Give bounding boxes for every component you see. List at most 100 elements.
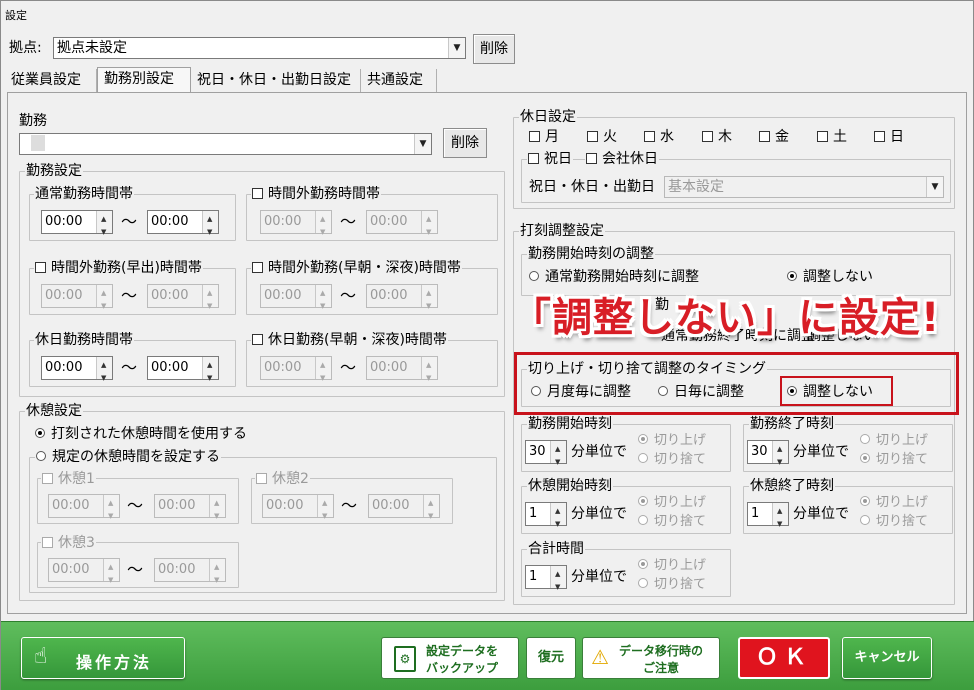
spin-arrows-icon[interactable] [202,208,218,243]
break-start-spinner[interactable]: 1 [525,500,567,535]
work-end-up-radio[interactable]: 切り上げ [860,432,928,450]
chevron-down-icon[interactable]: ▼ [414,134,431,154]
spin-arrows-icon[interactable] [202,282,218,317]
total-down-radio[interactable]: 切り捨て [638,576,706,594]
break-end-spinner[interactable]: 1 [747,500,789,535]
checkbox-icon[interactable] [35,262,46,273]
holiday-to-spinner[interactable]: 00:00 [147,354,219,389]
company-holiday-checkbox[interactable]: 会社休日 [585,151,659,167]
overtime-to-spinner[interactable]: 00:00 [366,208,438,243]
break2-to-spinner[interactable]: 00:00 [368,492,440,527]
night-from-spinner[interactable]: 00:00 [260,282,332,317]
radio-icon[interactable] [638,559,648,569]
radio-icon[interactable] [36,451,46,461]
radio-icon[interactable] [638,453,648,463]
start-adjust-normal-radio[interactable]: 通常勤務開始時刻に調整 [529,268,699,286]
checkbox-icon[interactable] [252,262,263,273]
spin-arrows-icon[interactable] [315,208,331,243]
work-start-up-radio[interactable]: 切り上げ [638,432,706,450]
radio-icon[interactable] [860,453,870,463]
tab-employee[interactable]: 従業員設定 [5,69,97,93]
day-thu[interactable]: 木 [702,128,732,146]
use-rule-radio[interactable]: 規定の休憩時間を設定する [35,449,221,465]
spin-arrows-icon[interactable] [315,282,331,317]
checkbox-icon[interactable] [252,188,263,199]
spin-arrows-icon[interactable] [103,556,119,591]
spin-arrows-icon[interactable] [209,492,225,527]
spin-arrows-icon[interactable] [317,492,333,527]
radio-icon[interactable] [529,271,539,281]
break1-to-spinner[interactable]: 00:00 [154,492,226,527]
checkbox-icon[interactable] [42,537,53,548]
spin-arrows-icon[interactable] [421,208,437,243]
overtime-from-spinner[interactable]: 00:00 [260,208,332,243]
radio-icon[interactable] [787,271,797,281]
work-start-down-radio[interactable]: 切り捨て [638,451,706,469]
early-from-spinner[interactable]: 00:00 [41,282,113,317]
total-spinner[interactable]: 1 [525,563,567,598]
spin-arrows-icon[interactable] [315,354,331,389]
break-end-up-radio[interactable]: 切り上げ [860,494,928,512]
tab-work[interactable]: 勤務別設定 [97,67,191,93]
checkbox-icon[interactable] [644,131,655,142]
spin-arrows-icon[interactable] [550,438,566,473]
work-delete-button[interactable]: 削除 [443,128,487,158]
break-start-up-radio[interactable]: 切り上げ [638,494,706,512]
tab-holiday[interactable]: 祝日・休日・出勤日設定 [191,69,361,93]
break3-label[interactable]: 休憩3 [41,534,96,552]
base-delete-button[interactable]: 削除 [473,34,515,64]
holiday-night-from-spinner[interactable]: 00:00 [260,354,332,389]
night-to-spinner[interactable]: 00:00 [366,282,438,317]
checkbox-icon[interactable] [528,153,539,164]
spin-arrows-icon[interactable] [202,354,218,389]
checkbox-icon[interactable] [587,131,598,142]
radio-icon[interactable] [860,496,870,506]
work-start-spinner[interactable]: 30 [525,438,567,473]
break2-label[interactable]: 休憩2 [255,470,310,488]
day-sun[interactable]: 日 [874,128,904,146]
break2-from-spinner[interactable]: 00:00 [262,492,334,527]
cancel-button[interactable]: キャンセル [842,637,932,679]
day-fri[interactable]: 金 [759,128,789,146]
holiday-from-spinner[interactable]: 00:00 [41,354,113,389]
break-end-down-radio[interactable]: 切り捨て [860,513,928,531]
chevron-down-icon[interactable]: ▼ [448,38,465,58]
use-stamped-radio[interactable]: 打刻された休憩時間を使用する [35,425,247,443]
chevron-down-icon[interactable]: ▼ [926,177,943,197]
tab-common[interactable]: 共通設定 [361,69,437,93]
spin-arrows-icon[interactable] [421,354,437,389]
normal-from-spinner[interactable]: 00:00 [41,208,113,243]
work-end-spinner[interactable]: 30 [747,438,789,473]
holiday-night-label[interactable]: 休日勤務(早朝・深夜)時間帯 [251,332,448,348]
spin-arrows-icon[interactable] [772,438,788,473]
checkbox-icon[interactable] [817,131,828,142]
spin-arrows-icon[interactable] [96,354,112,389]
national-holiday-checkbox[interactable]: 祝日 [527,151,573,167]
radio-icon[interactable] [638,515,648,525]
checkbox-icon[interactable] [702,131,713,142]
break-start-down-radio[interactable]: 切り捨て [638,513,706,531]
checkbox-icon[interactable] [529,131,540,142]
spin-arrows-icon[interactable] [209,556,225,591]
day-tue[interactable]: 火 [587,128,617,146]
restore-button[interactable]: 復元 [526,637,576,679]
checkbox-icon[interactable] [256,473,267,484]
break1-from-spinner[interactable]: 00:00 [48,492,120,527]
radio-icon[interactable] [860,515,870,525]
spin-arrows-icon[interactable] [421,282,437,317]
day-mon[interactable]: 月 [529,128,559,146]
holiday-combo-select[interactable]: 基本設定 ▼ [664,176,944,198]
total-up-radio[interactable]: 切り上げ [638,557,706,575]
radio-icon[interactable] [638,434,648,444]
normal-to-spinner[interactable]: 00:00 [147,208,219,243]
spin-arrows-icon[interactable] [550,500,566,535]
day-wed[interactable]: 水 [644,128,674,146]
checkbox-icon[interactable] [759,131,770,142]
spin-arrows-icon[interactable] [96,282,112,317]
break1-label[interactable]: 休憩1 [41,470,96,488]
checkbox-icon[interactable] [586,153,597,164]
checkbox-icon[interactable] [252,334,263,345]
start-adjust-none-radio[interactable]: 調整しない [787,268,873,286]
early-to-spinner[interactable]: 00:00 [147,282,219,317]
spin-arrows-icon[interactable] [423,492,439,527]
